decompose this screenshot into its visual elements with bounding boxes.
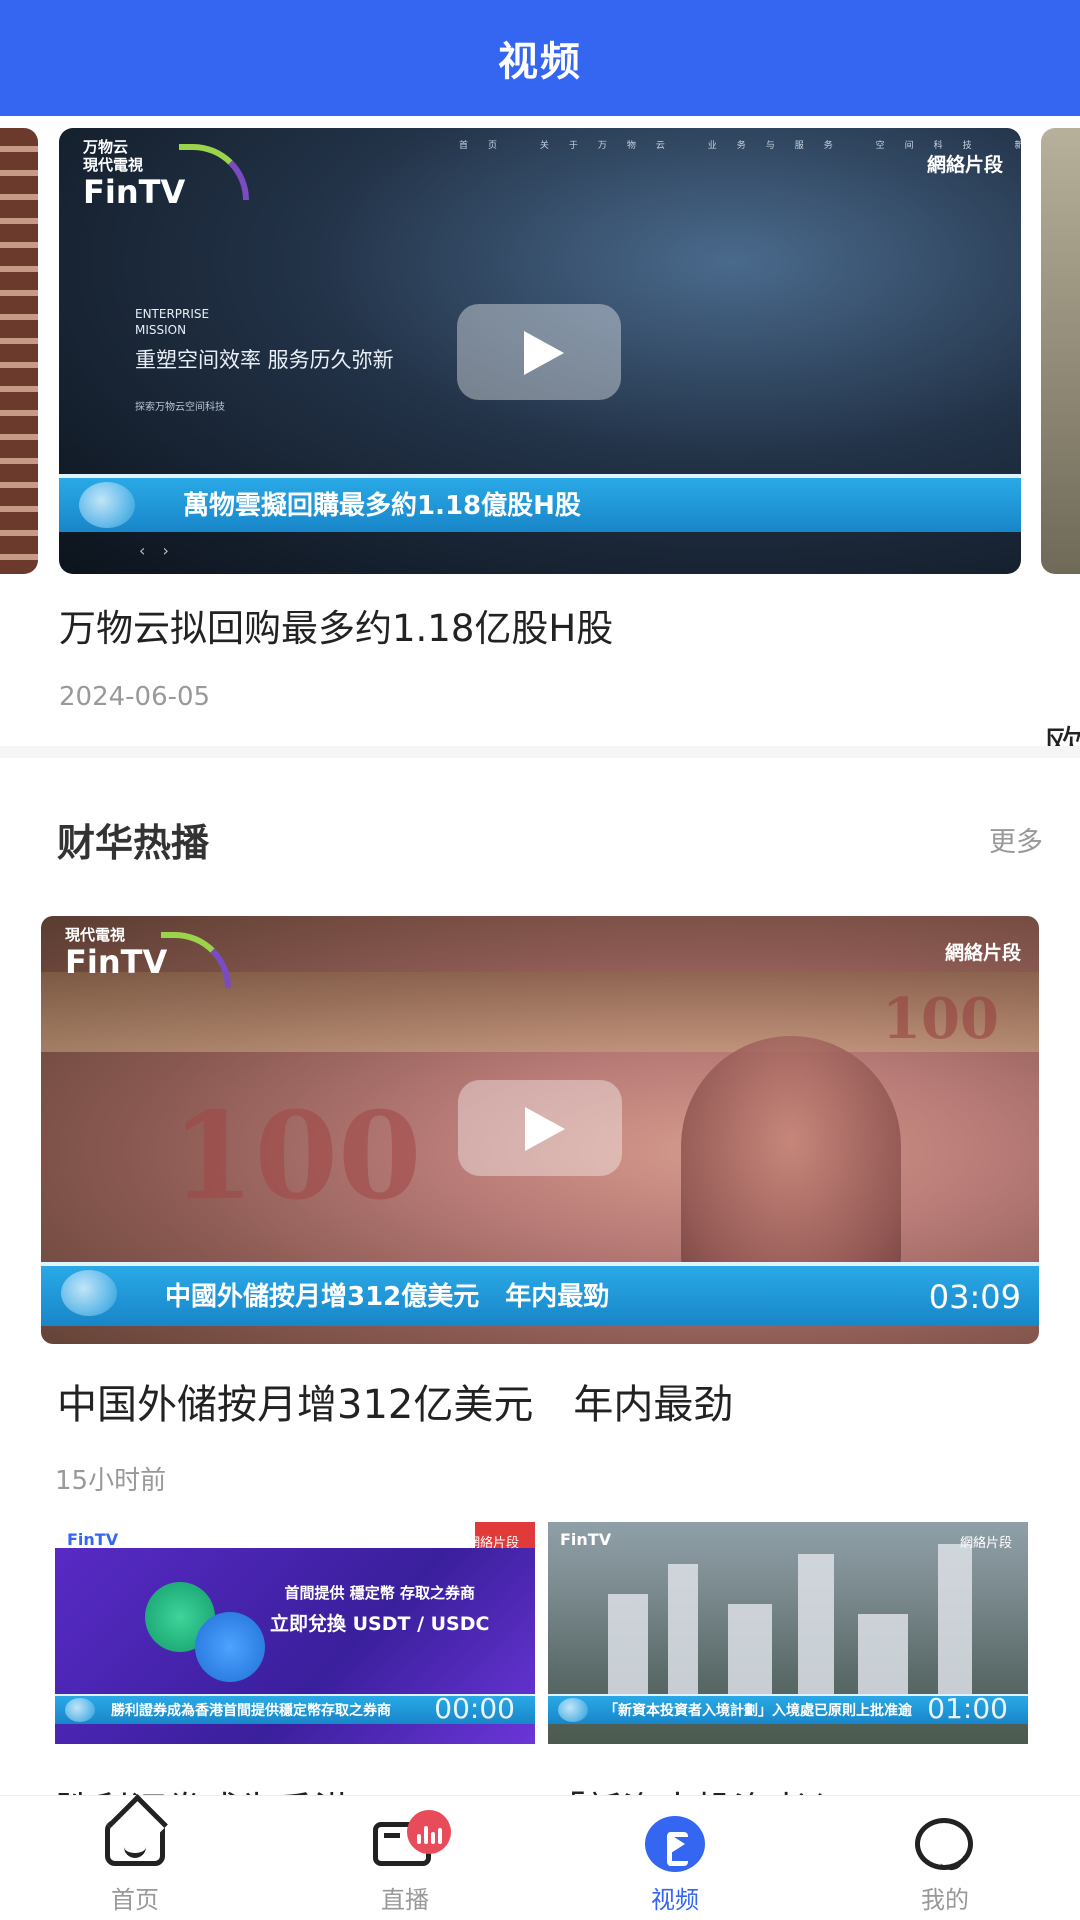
logo-text: 現代電視: [65, 926, 126, 944]
building-graphic: [938, 1544, 972, 1714]
building-graphic: [668, 1564, 698, 1714]
tab-home[interactable]: 首页: [0, 1796, 270, 1920]
fintv-logo: 現代電視 FinTV: [65, 926, 231, 988]
banknote-graphic: 100: [882, 986, 999, 1052]
carousel-card-active[interactable]: 万物云 現代電視 FinTV 首页 关于万物云 业务与服务 空间科技 新闻资讯 …: [59, 128, 1021, 712]
ticker-text: 「新資本投資者入境計劃」入境處已原則上批准逾: [604, 1703, 912, 1719]
tab-icon: [643, 1814, 707, 1872]
play-icon[interactable]: [458, 1080, 622, 1176]
video-duration: 00:00: [434, 1692, 515, 1725]
video-thumbnail[interactable]: FinTV 網絡片段 「新資本投資者入境計劃」入境處已原則上批准逾 01:00: [548, 1522, 1028, 1744]
video-play-icon: [645, 1816, 705, 1872]
banner-line: 立即兌換 USDT / USDC: [270, 1613, 490, 1635]
home-icon: [105, 1820, 165, 1866]
clip-tag: 網絡片段: [944, 942, 1021, 964]
mission-sub: 探索万物云空间科技: [135, 402, 225, 413]
mission-text: ENTERPRISE MISSION 重塑空间效率 服务历久弥新 探索万物云空间…: [135, 306, 394, 413]
section-title: 财华热播: [57, 821, 210, 865]
globe-icon: [61, 1270, 117, 1316]
app-root: 视频 万物云 現代電視 FinTV 首页 关于万物云 业务与服务 空间科技 新闻…: [0, 0, 1080, 1920]
grid-video-card[interactable]: FinTV 網絡片段 首間提供 穩定幣 存取之券商 立即兌換 USDT / US…: [55, 1522, 535, 1820]
tab-icon: [103, 1814, 167, 1870]
tab-live[interactable]: 直播: [270, 1796, 540, 1920]
profile-icon: [915, 1818, 973, 1870]
globe-icon: [79, 482, 135, 528]
clip-tag: 網絡片段: [959, 1536, 1012, 1551]
play-icon[interactable]: [457, 304, 621, 400]
ticker-text: 萬物雲擬回購最多約1.18億股H股: [183, 491, 581, 521]
video-title[interactable]: 中国外储按月增312亿美元 年内最劲: [41, 1372, 1039, 1430]
video-thumbnail[interactable]: [0, 128, 38, 574]
video-duration: 01:00: [927, 1692, 1008, 1725]
logo-text: 万物云: [83, 138, 129, 156]
carousel-arrows-icon: ‹ ›: [139, 541, 175, 560]
live-badge-icon: [407, 1810, 451, 1854]
video-thumbnail[interactable]: FinTV 網絡片段 首間提供 穩定幣 存取之券商 立即兌換 USDT / US…: [55, 1522, 535, 1744]
clip-tag: 網絡片段: [466, 1536, 519, 1551]
tab-icon: [373, 1810, 451, 1870]
tab-icon: [913, 1814, 977, 1870]
logo-text: FinTV: [65, 943, 168, 981]
section-divider: [0, 746, 1080, 758]
video-thumbnail[interactable]: 万物云 現代電視 FinTV 首页 关于万物云 业务与服务 空间科技 新闻资讯 …: [59, 128, 1021, 574]
video-carousel[interactable]: 万物云 現代電視 FinTV 首页 关于万物云 业务与服务 空间科技 新闻资讯 …: [0, 116, 1080, 746]
bottom-tab-bar: 首页 直播 视频 我的: [0, 1795, 1080, 1920]
logo-text: FinTV: [83, 173, 186, 211]
tab-video[interactable]: 视频: [540, 1796, 810, 1920]
carousel-card-previous[interactable]: [0, 128, 38, 574]
carousel-card-next[interactable]: [1041, 128, 1080, 574]
next-video-title[interactable]: 欧: [1045, 714, 1080, 746]
video-thumbnail[interactable]: 100 100 現代電視 FinTV 網絡片段 中國外儲按月增312億美元 年内…: [41, 916, 1039, 1344]
clip-tag: 網絡片段: [926, 154, 1003, 176]
fintv-logo: FinTV: [560, 1530, 612, 1549]
mission-en: MISSION: [135, 323, 187, 337]
logo-text: 現代電視: [83, 156, 144, 174]
fintv-logo: FinTV: [67, 1530, 119, 1549]
page-title: 视频: [498, 39, 582, 85]
building-graphic: [798, 1554, 834, 1714]
usdc-coin-icon: [195, 1612, 265, 1682]
globe-icon: [65, 1698, 95, 1722]
video-duration: 03:09: [928, 1278, 1021, 1316]
banknote-graphic: 100: [171, 1086, 422, 1227]
section-header: 财华热播 更多: [0, 800, 1080, 874]
video-date: 2024-06-05: [59, 682, 211, 712]
banner-text: 首間提供 穩定幣 存取之券商 立即兌換 USDT / USDC: [270, 1582, 489, 1636]
logo-arc-icon: [179, 144, 249, 200]
banner-line: 首間提供 穩定幣 存取之券商: [284, 1584, 475, 1602]
news-ticker: 萬物雲擬回購最多約1.18億股H股 ‹ ›: [59, 474, 1021, 560]
ticker-text: 勝利證券成為香港首間提供穩定幣存取之券商: [111, 1703, 391, 1719]
tab-label: 视频: [651, 1886, 699, 1914]
video-time: 15小时前: [55, 1466, 167, 1496]
fintv-logo: 万物云 現代電視 FinTV: [83, 138, 249, 211]
news-ticker: 中國外儲按月增312億美元 年内最勁 03:09: [41, 1262, 1039, 1326]
top-header: 视频: [0, 0, 1080, 116]
tab-label: 首页: [111, 1886, 159, 1914]
globe-icon: [558, 1698, 588, 1722]
video-title[interactable]: 万物云拟回购最多约1.18亿股H股: [59, 598, 1021, 652]
featured-video[interactable]: 100 100 現代電視 FinTV 網絡片段 中國外儲按月增312億美元 年内…: [41, 916, 1039, 1497]
grid-video-card[interactable]: FinTV 網絡片段 「新資本投資者入境計劃」入境處已原則上批准逾 01:00 …: [548, 1522, 1028, 1820]
banknote-portrait: [681, 1036, 901, 1296]
mission-en: ENTERPRISE: [135, 307, 210, 321]
video-thumbnail[interactable]: [1041, 128, 1080, 574]
tab-label: 我的: [921, 1886, 969, 1914]
logo-arc-icon: [161, 932, 231, 988]
site-nav-bar: [55, 1522, 535, 1548]
more-link[interactable]: 更多: [989, 820, 1043, 859]
tab-label: 直播: [381, 1886, 429, 1914]
mission-zh: 重塑空间效率 服务历久弥新: [135, 348, 394, 372]
ticker-text: 中國外儲按月增312億美元 年内最勁: [165, 1282, 610, 1312]
tab-me[interactable]: 我的: [810, 1796, 1080, 1920]
